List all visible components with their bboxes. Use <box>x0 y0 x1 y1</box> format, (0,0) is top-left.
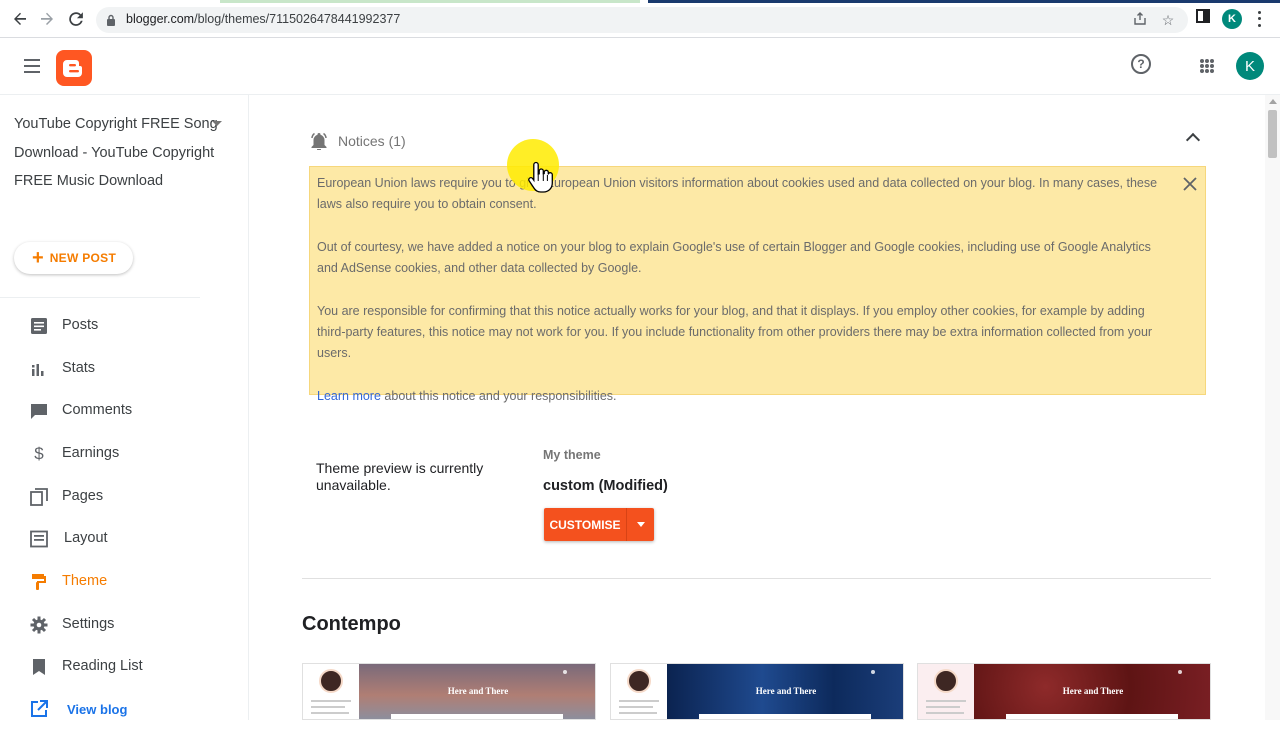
customise-dropdown-button[interactable] <box>627 508 654 541</box>
open-in-new-icon <box>30 700 48 718</box>
chevron-up-icon[interactable] <box>1185 132 1201 148</box>
scroll-up-icon[interactable] <box>1269 99 1277 104</box>
sidebar-item-theme[interactable]: Theme <box>0 562 249 602</box>
comments-icon <box>30 402 48 420</box>
sidebar-divider <box>0 297 200 298</box>
thumbnail-title: Here and There <box>447 686 509 696</box>
notice-paragraph: European Union laws require you to give … <box>317 176 1158 212</box>
side-panel-icon[interactable] <box>1196 9 1210 28</box>
menu-icon[interactable] <box>24 59 40 73</box>
sidebar-item-pages[interactable]: Pages <box>0 477 249 517</box>
chevron-down-icon[interactable] <box>212 121 222 126</box>
sidebar-item-label: Posts <box>62 317 99 333</box>
theme-thumbnail[interactable]: Here and There <box>302 663 596 720</box>
notice-learn-more: Learn more about this notice and your re… <box>317 386 1175 407</box>
notice-paragraph: You are responsible for confirming that … <box>317 303 1153 361</box>
back-icon[interactable] <box>10 9 30 29</box>
scrollbar-thumb[interactable] <box>1268 110 1277 158</box>
posts-icon <box>30 317 48 335</box>
new-post-label: NEW POST <box>49 251 117 265</box>
new-post-button[interactable]: + NEW POST <box>14 242 133 274</box>
avatar <box>934 669 958 693</box>
page-scrollbar[interactable] <box>1265 95 1280 720</box>
avatar <box>319 669 343 693</box>
learn-more-link[interactable]: Learn more <box>317 389 381 403</box>
sidebar-item-label: Layout <box>64 530 108 546</box>
reload-icon[interactable] <box>66 9 86 29</box>
theme-thumbnail[interactable]: Here and There <box>610 663 904 720</box>
share-icon[interactable] <box>1132 12 1148 28</box>
view-blog-label: View blog <box>67 702 128 717</box>
cookie-notice: European Union laws require you to give … <box>309 166 1206 403</box>
hand-cursor-icon <box>528 160 554 194</box>
lock-icon <box>106 13 116 31</box>
help-icon[interactable]: ? <box>1131 54 1151 74</box>
sidebar-item-settings[interactable]: Settings <box>0 605 249 645</box>
chevron-down-icon <box>636 522 645 527</box>
theme-name: custom (Modified) <box>543 478 668 494</box>
gear-icon <box>30 616 48 634</box>
sidebar-item-label: Stats <box>62 360 96 376</box>
sidebar-item-stats[interactable]: Stats <box>0 349 249 389</box>
close-icon[interactable] <box>1183 177 1197 191</box>
notice-paragraph: Out of courtesy, we have added a notice … <box>317 239 1151 276</box>
theme-preview-message: Theme preview is currently unavailable. <box>316 460 484 493</box>
stats-icon <box>30 360 48 378</box>
theme-section-title: Contempo <box>302 613 401 635</box>
notices-title: Notices (1) <box>338 133 406 149</box>
address-bar[interactable]: blogger.com/blog/themes/7115026478441992… <box>96 7 1188 33</box>
dollar-icon: $ <box>34 444 44 463</box>
forward-icon[interactable] <box>37 9 57 29</box>
my-theme-label: My theme <box>543 448 601 462</box>
customise-button[interactable]: CUSTOMISE <box>544 508 627 541</box>
sidebar-item-layout[interactable]: Layout <box>0 519 249 559</box>
theme-thumbnail[interactable]: Here and There <box>917 663 1211 720</box>
avatar <box>627 669 651 693</box>
sidebar-item-label: Reading List <box>62 658 143 674</box>
apps-grid-icon[interactable] <box>1200 59 1214 73</box>
view-blog-link[interactable]: View blog <box>0 689 249 729</box>
sidebar: YouTube Copyright FREE Song Download - Y… <box>0 95 249 720</box>
customise-button-group: CUSTOMISE <box>544 508 654 541</box>
notices-header[interactable]: Notices (1) <box>310 130 406 152</box>
account-avatar[interactable]: K <box>1236 52 1264 80</box>
theme-icon <box>30 573 48 591</box>
main-content: Notices (1) European Union laws require … <box>250 95 1265 720</box>
sidebar-item-posts[interactable]: Posts <box>0 306 249 346</box>
pages-icon <box>30 488 48 506</box>
browser-toolbar: blogger.com/blog/themes/7115026478441992… <box>0 0 1280 38</box>
plus-icon: + <box>32 247 44 269</box>
bookmark-icon <box>30 658 48 676</box>
url-text: blogger.com/blog/themes/7115026478441992… <box>126 12 401 26</box>
bell-icon <box>310 132 328 151</box>
thumbnail-title: Here and There <box>1062 686 1124 696</box>
browser-profile-avatar[interactable]: K <box>1222 9 1242 29</box>
browser-menu-icon[interactable] <box>1256 9 1262 29</box>
learn-more-suffix: about this notice and your responsibilit… <box>380 388 617 403</box>
app-header: ? K <box>0 38 1280 95</box>
section-divider <box>302 578 1211 579</box>
sidebar-item-label: Theme <box>62 573 108 589</box>
tab-strip-edge <box>0 0 1280 3</box>
sidebar-item-label: Settings <box>62 616 115 632</box>
sidebar-item-label: Earnings <box>62 445 120 461</box>
blog-selector[interactable]: YouTube Copyright FREE Song Download - Y… <box>14 110 229 196</box>
blogger-logo[interactable] <box>56 50 92 86</box>
sidebar-item-earnings[interactable]: $ Earnings <box>0 434 249 474</box>
layout-icon <box>30 530 48 548</box>
sidebar-item-label: Pages <box>62 488 104 504</box>
sidebar-item-label: Comments <box>62 402 133 418</box>
thumbnail-title: Here and There <box>755 686 817 696</box>
sidebar-item-comments[interactable]: Comments <box>0 391 249 431</box>
bookmark-star-icon[interactable]: ☆ <box>1160 12 1176 28</box>
sidebar-item-reading-list[interactable]: Reading List <box>0 647 249 687</box>
